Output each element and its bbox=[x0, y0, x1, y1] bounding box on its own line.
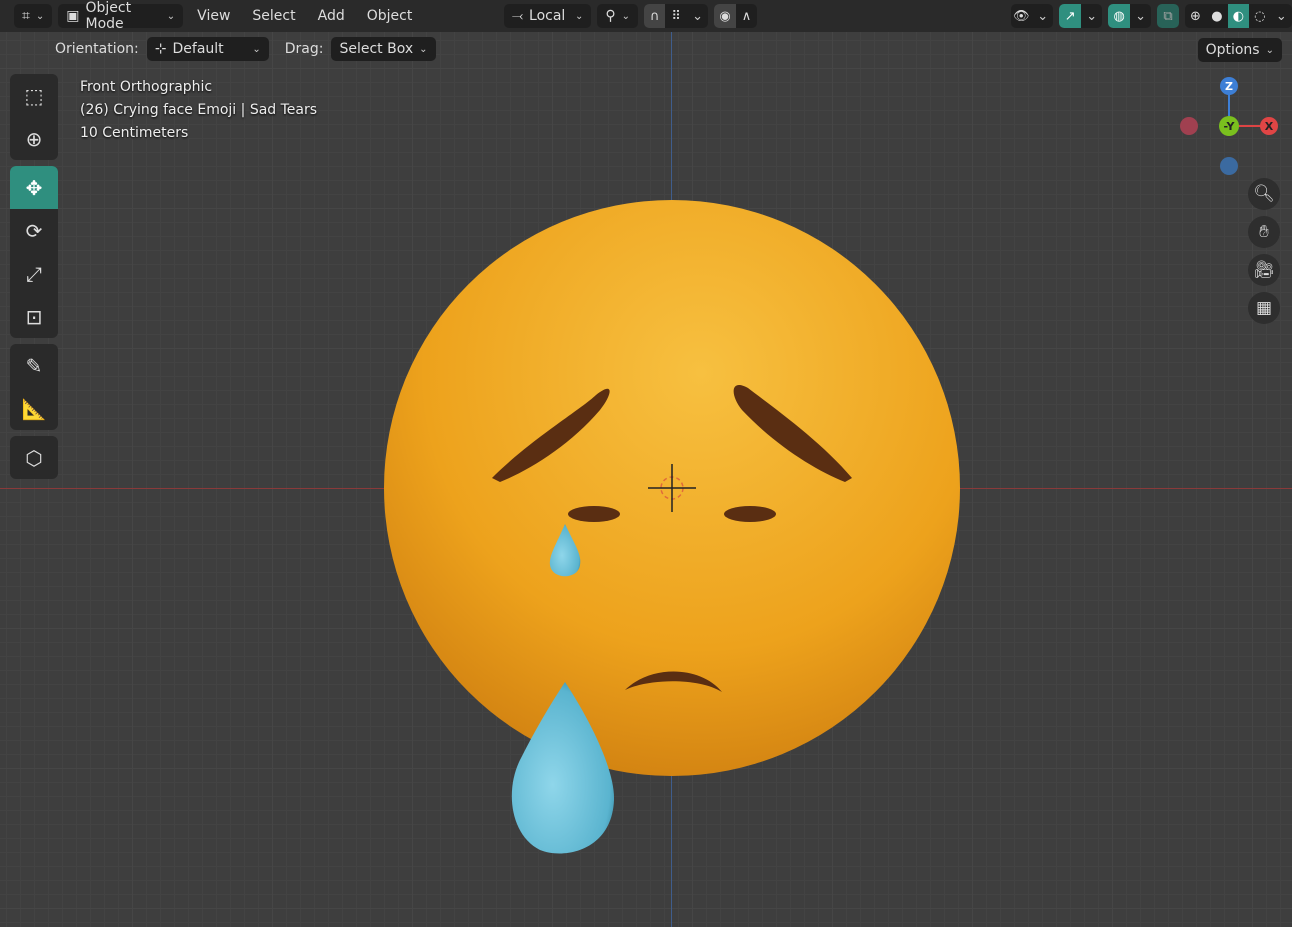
menu-add[interactable]: Add bbox=[310, 8, 353, 24]
wireframe-shading-icon[interactable]: ⊕ bbox=[1185, 4, 1206, 28]
zoom-icon[interactable]: 🔍︎ bbox=[1248, 178, 1280, 210]
object-mode-icon: ▣ bbox=[66, 8, 80, 24]
overlay-dropdown[interactable]: ⌄ bbox=[1130, 4, 1151, 28]
overlay-toggle-icon[interactable]: ◍ bbox=[1108, 4, 1130, 28]
measure-tool-icon[interactable]: 📐 bbox=[10, 387, 58, 430]
selectability-icon[interactable]: 👁 bbox=[1011, 4, 1032, 28]
orientation-icon: ⤙ bbox=[511, 8, 524, 24]
editor-type-button[interactable]: ⌗ ⌄ bbox=[14, 4, 53, 28]
xray-toggle-icon[interactable]: ⧉ bbox=[1157, 4, 1179, 28]
snap-dropdown[interactable]: ⌄ bbox=[687, 4, 708, 28]
orientation-gizmo-icon: ⊹ bbox=[154, 41, 167, 57]
material-preview-shading-icon[interactable]: ◐ bbox=[1227, 4, 1250, 28]
snap-group: ∩ ⠿ ⌄ bbox=[643, 4, 709, 28]
menu-view[interactable]: View bbox=[189, 8, 238, 24]
viewport-header: ⌗ ⌄ ▣ Object Mode ⌄ View Select Add Object … bbox=[0, 0, 1292, 32]
transform-orientation-dropdown[interactable]: ⤙ Local ⌄ bbox=[503, 4, 592, 28]
ortho-grid-icon[interactable]: ▦ bbox=[1248, 292, 1280, 324]
xray-group: ⧉ bbox=[1157, 4, 1179, 28]
cursor-tool-icon[interactable]: ⊕ bbox=[10, 117, 58, 160]
options-dropdown[interactable]: Options ⌄ bbox=[1197, 38, 1282, 62]
visibility-group: 👁 ⌄ bbox=[1010, 4, 1054, 28]
grid-scale: 10 Centimeters bbox=[80, 125, 189, 141]
annotate-tool-icon[interactable]: ✎ bbox=[10, 344, 58, 387]
gizmo-dropdown[interactable]: ⌄ bbox=[1081, 4, 1102, 28]
pan-hand-icon[interactable]: ✋︎ bbox=[1248, 216, 1280, 248]
shading-group: ⊕ ● ◐ ◌ ⌄ bbox=[1184, 4, 1292, 28]
left-eye bbox=[568, 506, 620, 522]
scale-tool-icon[interactable]: ⤢ bbox=[10, 252, 58, 295]
active-object-name: (26) Crying face Emoji | Sad Tears bbox=[80, 102, 318, 118]
mode-dropdown[interactable]: ▣ Object Mode ⌄ bbox=[58, 0, 184, 32]
menu-object[interactable]: Object bbox=[359, 8, 421, 24]
overlay-group: ◍ ⌄ bbox=[1108, 4, 1152, 28]
right-eye bbox=[724, 506, 776, 522]
menu-select[interactable]: Select bbox=[244, 8, 303, 24]
snap-toggle-icon[interactable]: ∩ bbox=[643, 4, 666, 28]
add-cube-tool-icon[interactable]: ⬡ bbox=[10, 436, 58, 479]
gizmo-x-label: X bbox=[1265, 120, 1274, 133]
viewport-info: Front Orthographic (26) Crying face Emoj… bbox=[80, 76, 317, 145]
proportional-editing-icon[interactable]: ◉ bbox=[714, 4, 736, 28]
drag-label: Drag: bbox=[284, 41, 324, 57]
orientation-label: Orientation: bbox=[55, 41, 139, 57]
proportional-editing-group: ◉ ∧ bbox=[714, 4, 758, 28]
move-tool-icon[interactable]: ✥ bbox=[10, 166, 58, 209]
falloff-icon[interactable]: ∧ bbox=[736, 4, 757, 28]
gizmo-neg-z[interactable] bbox=[1220, 157, 1238, 175]
rotate-tool-icon[interactable]: ⟳ bbox=[10, 209, 58, 252]
pivot-icon: ⚲ bbox=[605, 8, 616, 24]
gizmo-y-label: -Y bbox=[1224, 120, 1236, 133]
toolbar: ⬚ ⊕ ✥ ⟳ ⤢ ⊡ ✎ 📐 ⬡ bbox=[10, 74, 58, 485]
snap-target-icon[interactable]: ⠿ bbox=[665, 4, 686, 28]
gizmo-neg-x[interactable] bbox=[1180, 117, 1198, 135]
camera-view-icon[interactable]: 🎥︎ bbox=[1248, 254, 1280, 286]
tool-settings-bar: Orientation: ⊹ Default ⌄ Drag: Select Box ⌄ bbox=[0, 36, 1292, 62]
orientation-dropdown[interactable]: ⊹ Default ⌄ bbox=[146, 37, 269, 61]
select-box-tool-icon[interactable]: ⬚ bbox=[10, 74, 58, 117]
gizmo-z-label: Z bbox=[1225, 80, 1233, 93]
navigation-gizmo[interactable]: Z X -Y bbox=[1175, 74, 1285, 179]
pivot-point-dropdown[interactable]: ⚲ ⌄ bbox=[597, 4, 638, 28]
gizmo-toggle-icon[interactable]: ↗ bbox=[1059, 4, 1081, 28]
solid-shading-icon[interactable]: ● bbox=[1206, 4, 1227, 28]
drag-dropdown[interactable]: Select Box ⌄ bbox=[331, 37, 436, 61]
transform-tool-icon[interactable]: ⊡ bbox=[10, 295, 58, 338]
view-name: Front Orthographic bbox=[80, 79, 213, 95]
shading-dropdown[interactable]: ⌄ bbox=[1271, 4, 1292, 28]
editor-type-icon: ⌗ bbox=[22, 8, 30, 24]
rendered-shading-icon[interactable]: ◌ bbox=[1249, 4, 1270, 28]
gizmo-group: ↗ ⌄ bbox=[1059, 4, 1103, 28]
